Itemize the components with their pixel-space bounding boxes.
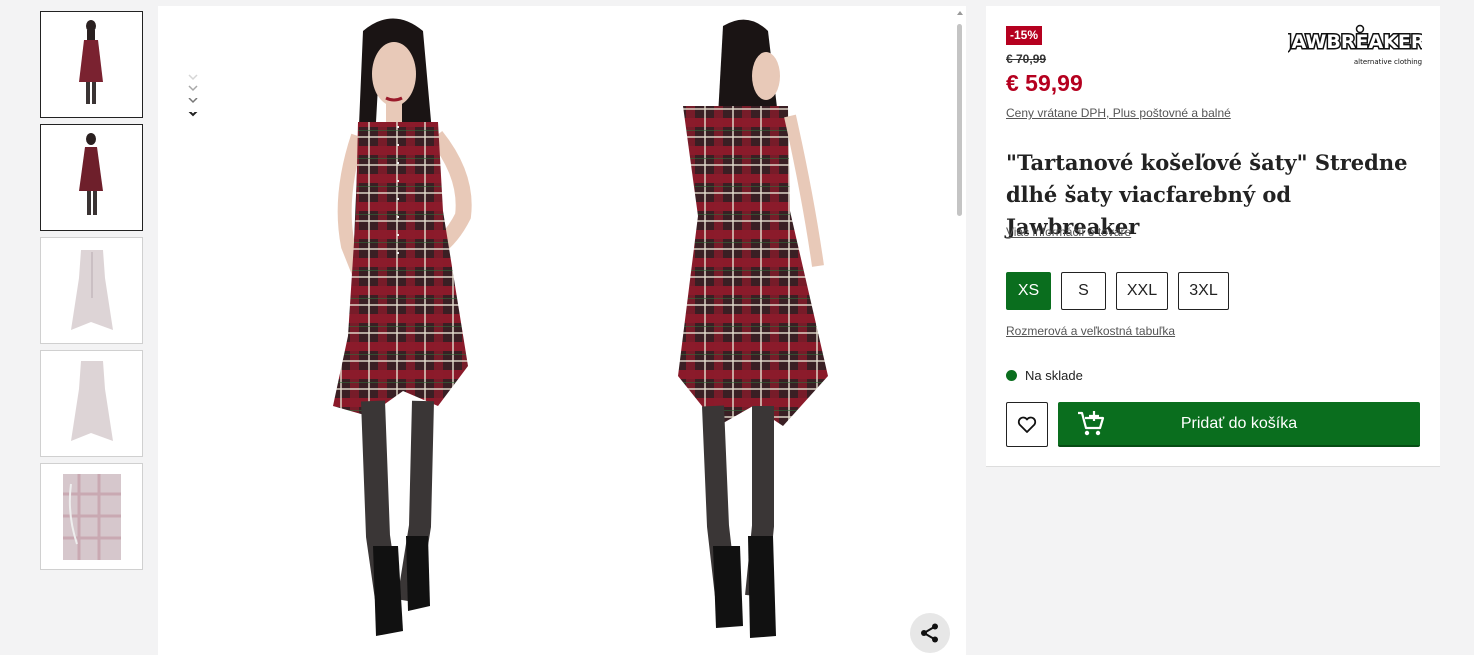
chevron-down-icon[interactable]: [186, 98, 200, 112]
thumbnail-image: [71, 250, 113, 330]
add-to-cart-label: Pridať do košíka: [1180, 414, 1298, 432]
tax-shipping-link[interactable]: Ceny vrátane DPH, Plus poštovné a balné: [1006, 106, 1231, 120]
product-image-front: [333, 18, 472, 636]
thumbnail-dress-front[interactable]: [40, 237, 143, 344]
thumbnail-model-front[interactable]: [40, 11, 143, 118]
thumbnail-model-back[interactable]: [40, 124, 143, 231]
heart-icon: [1017, 416, 1037, 433]
chevron-down-icon[interactable]: [186, 112, 200, 126]
brand-logo-tagline: alternative clothing: [1354, 58, 1422, 66]
thumbnail-image: [79, 133, 103, 215]
scrollbar-thumb[interactable]: [957, 24, 962, 216]
product-image-gallery[interactable]: [158, 6, 966, 655]
size-option-s[interactable]: S: [1061, 272, 1106, 310]
thumbnail-dress-back[interactable]: [40, 350, 143, 457]
share-button[interactable]: [910, 613, 950, 653]
thumbnail-list: [40, 11, 143, 576]
discount-badge: -15%: [1006, 26, 1043, 45]
product-details-panel: -15% € 70,99 € 59,99 Ceny vrátane DPH, P…: [986, 6, 1440, 467]
add-to-cart-button[interactable]: Pridať do košíka: [1058, 402, 1420, 447]
stock-status: Na sklade: [1006, 368, 1083, 383]
more-info-link[interactable]: Viac informácií o tovare: [1006, 225, 1131, 239]
chevron-down-icon[interactable]: [186, 84, 200, 98]
thumbnail-image: [79, 20, 103, 104]
size-option-3xl[interactable]: 3XL: [1178, 272, 1229, 310]
size-chart-link[interactable]: Rozmerová a veľkostná tabuľka: [1006, 324, 1175, 338]
original-price: € 70,99: [1006, 52, 1047, 66]
chevron-down-icon[interactable]: [186, 70, 200, 84]
brand-logo[interactable]: JAWBREAKER alternative clothing: [1288, 24, 1422, 68]
thumbnail-fabric-detail[interactable]: [40, 463, 143, 570]
current-price: € 59,99: [1006, 70, 1083, 96]
share-icon: [921, 623, 938, 643]
gallery-scrollbar[interactable]: [956, 10, 964, 650]
gallery-navigation: [186, 70, 200, 126]
scroll-up-icon[interactable]: [957, 10, 963, 16]
wishlist-button[interactable]: [1006, 402, 1048, 447]
size-selector: XS S XXL 3XL: [1006, 272, 1229, 310]
size-option-xs[interactable]: XS: [1006, 272, 1051, 310]
size-option-xxl[interactable]: XXL: [1116, 272, 1168, 310]
stock-indicator-dot: [1006, 370, 1017, 381]
cart-add-icon: [1078, 411, 1105, 436]
brand-logo-text: JAWBREAKER: [1288, 31, 1422, 53]
stock-status-label: Na sklade: [1025, 368, 1083, 383]
thumbnail-image: [63, 474, 121, 560]
thumbnail-image: [71, 361, 113, 441]
product-image-back: [678, 19, 828, 638]
